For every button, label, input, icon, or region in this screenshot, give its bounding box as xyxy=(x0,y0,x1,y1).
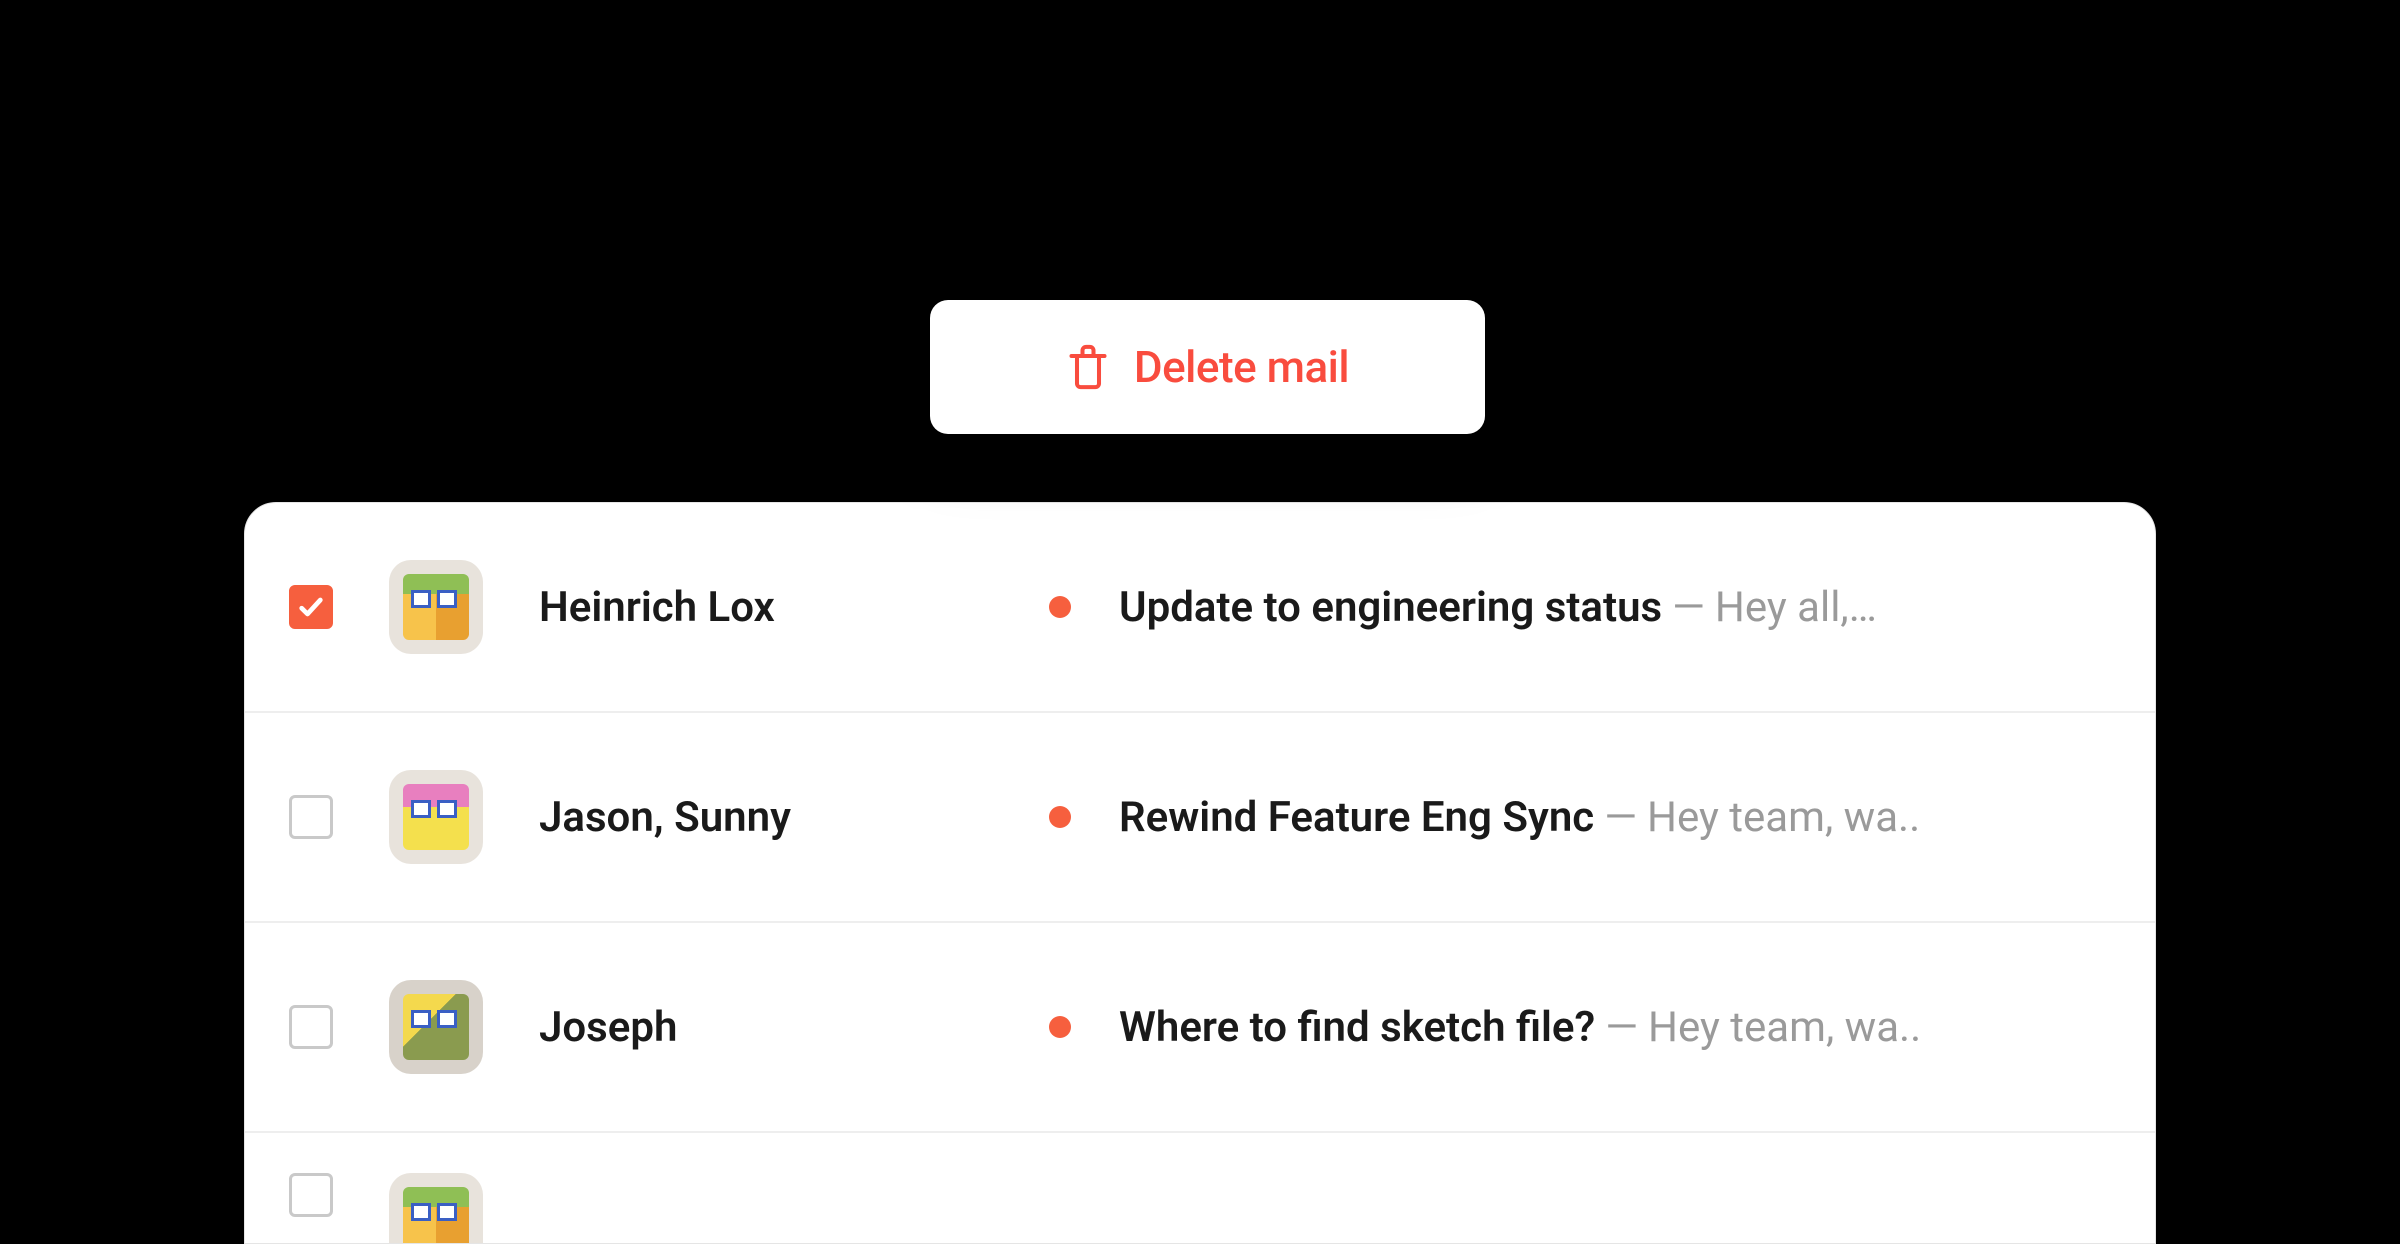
trash-icon xyxy=(1066,343,1110,391)
preview-separator: — xyxy=(1672,583,1705,632)
delete-mail-label: Delete mail xyxy=(1134,341,1349,393)
preview-separator: — xyxy=(1605,1003,1638,1052)
avatar xyxy=(389,770,483,864)
mail-row[interactable]: Jason, Sunny Rewind Feature Eng Sync — H… xyxy=(245,713,2155,923)
delete-mail-button[interactable]: Delete mail xyxy=(930,300,1485,434)
mail-sender: Heinrich Lox xyxy=(539,583,1049,632)
mail-checkbox[interactable] xyxy=(289,585,333,629)
unread-dot-icon xyxy=(1049,806,1071,828)
mail-sender: Jason, Sunny xyxy=(539,793,1049,842)
mail-subject-line: Where to find sketch file? — Hey team, w… xyxy=(1119,1003,1921,1052)
mail-checkbox[interactable] xyxy=(289,795,333,839)
unread-dot-icon xyxy=(1049,596,1071,618)
stage: Delete mail Heinrich Lox Update to engin… xyxy=(0,0,2400,1226)
mail-row[interactable]: Heinrich Lox Update to engineering statu… xyxy=(245,503,2155,713)
mail-sender: Joseph xyxy=(539,1003,1049,1052)
mail-row[interactable] xyxy=(245,1133,2155,1243)
mail-subject: Where to find sketch file? xyxy=(1119,1003,1595,1052)
mail-subject: Rewind Feature Eng Sync xyxy=(1119,793,1594,842)
avatar xyxy=(389,560,483,654)
mail-subject: Update to engineering status xyxy=(1119,583,1662,632)
mail-subject-line: Update to engineering status — Hey all,… xyxy=(1119,583,1877,632)
mail-list-panel: Heinrich Lox Update to engineering statu… xyxy=(244,502,2156,1244)
mail-checkbox[interactable] xyxy=(289,1173,333,1217)
mail-preview: Hey team, wa.. xyxy=(1648,1003,1921,1052)
mail-preview: Hey all,… xyxy=(1715,583,1877,632)
mail-row[interactable]: Joseph Where to find sketch file? — Hey … xyxy=(245,923,2155,1133)
mail-preview: Hey team, wa.. xyxy=(1647,793,1920,842)
avatar xyxy=(389,980,483,1074)
unread-dot-icon xyxy=(1049,1016,1071,1038)
mail-checkbox[interactable] xyxy=(289,1005,333,1049)
avatar xyxy=(389,1173,483,1243)
mail-subject-line: Rewind Feature Eng Sync — Hey team, wa.. xyxy=(1119,793,1920,842)
preview-separator: — xyxy=(1604,793,1637,842)
